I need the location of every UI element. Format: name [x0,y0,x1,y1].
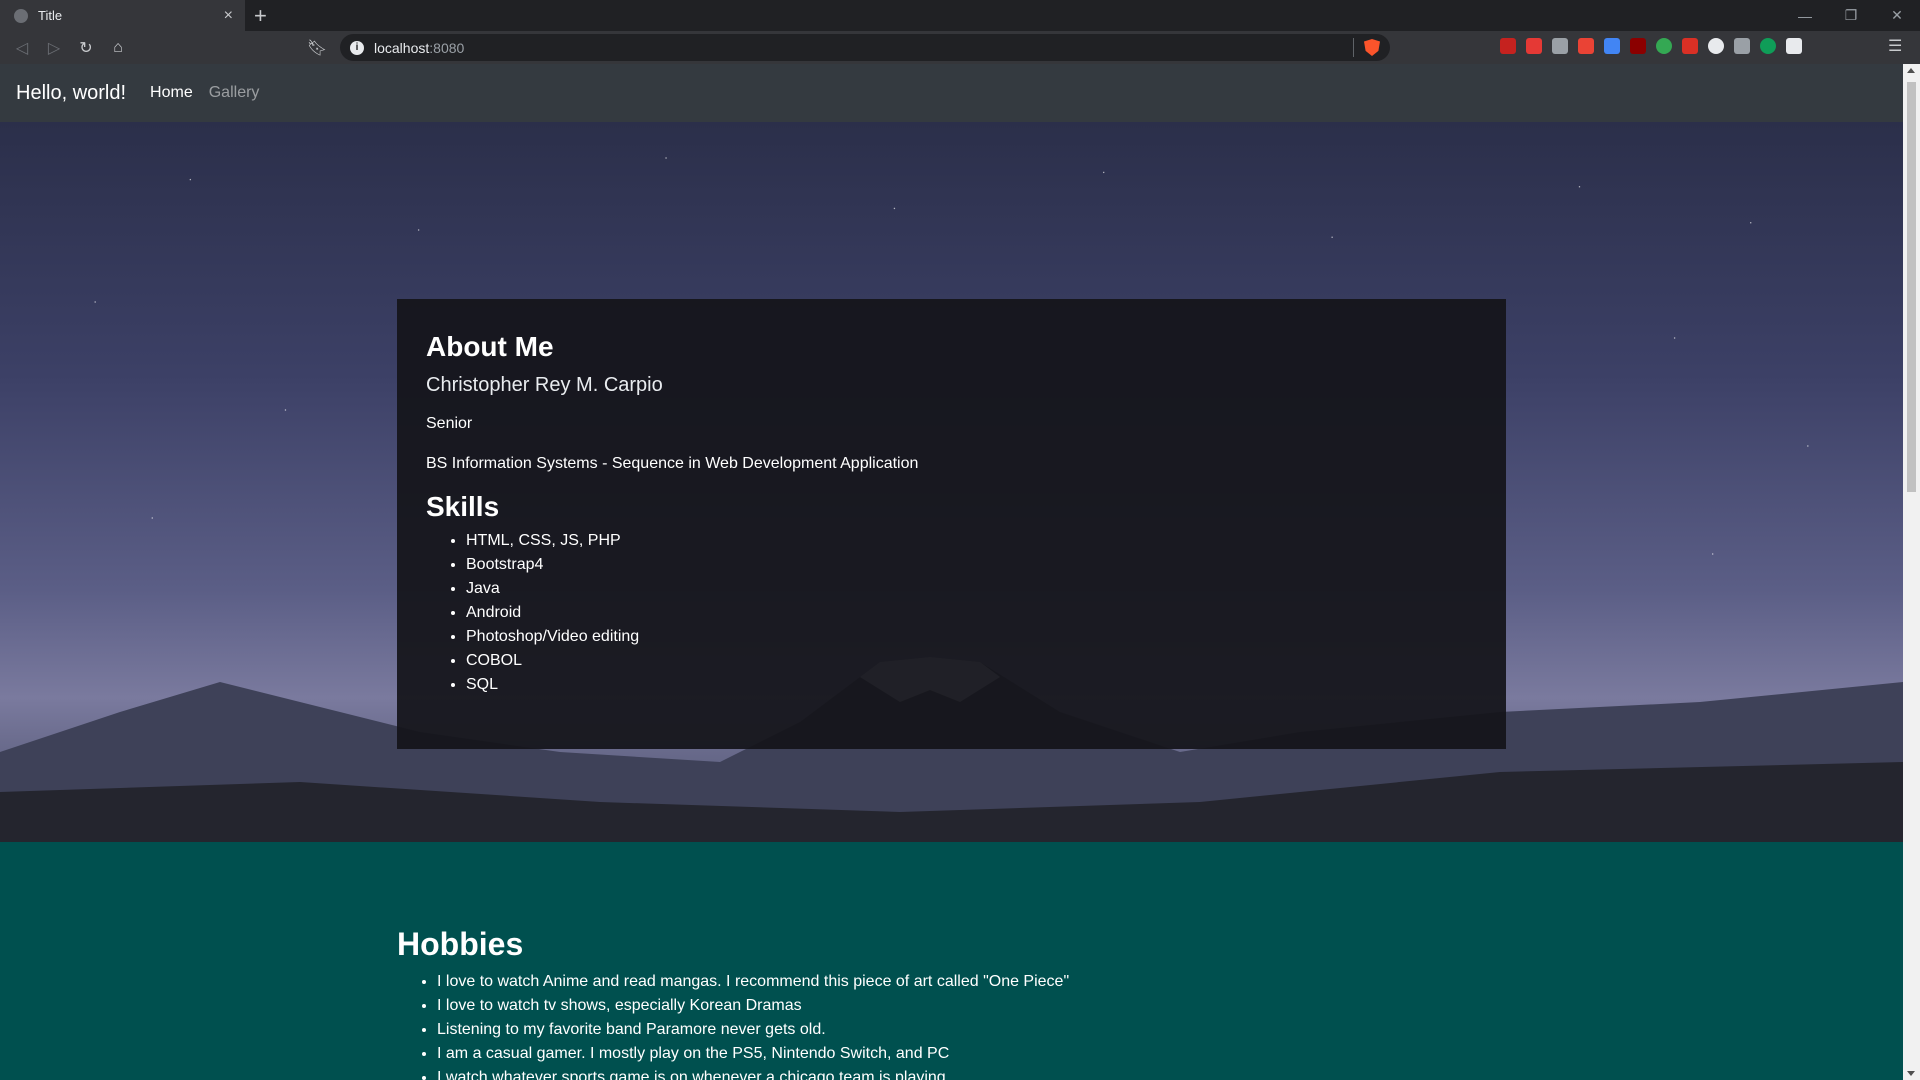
list-item: Photoshop/Video editing [466,625,1477,649]
flag-extension-icon[interactable] [1578,38,1594,54]
brave-shield-icon[interactable] [1364,39,1380,56]
minimize-button[interactable]: — [1782,0,1828,31]
new-tab-button[interactable]: + [254,3,267,29]
globe-icon [14,8,28,23]
scroll-down-icon[interactable] [1907,1071,1915,1076]
s-extension-icon[interactable] [1708,38,1724,54]
about-degree: BS Information Systems - Sequence in Web… [426,455,919,472]
menu-icon[interactable]: ☰ [1888,36,1902,56]
list-item: Listening to my favorite band Paramore n… [437,1018,1506,1042]
scroll-up-icon[interactable] [1907,68,1915,73]
about-year: Senior [426,415,473,432]
hobbies-heading: Hobbies [397,926,524,962]
restore-button[interactable]: ❐ [1828,0,1874,31]
about-heading: About Me [426,331,554,362]
reader-extension-icon[interactable] [1552,38,1568,54]
translate-extension-icon[interactable] [1604,38,1620,54]
grammar-extension-icon[interactable] [1760,38,1776,54]
list-item: Bootstrap4 [466,553,1477,577]
list-item: I love to watch Anime and read mangas. I… [437,970,1506,994]
browser-tab-bar: Title × + — ❐ ✕ [0,0,1920,31]
nav-link-home[interactable]: Home [150,84,193,102]
back-arrow-icon[interactable]: ◁ [10,36,34,60]
window-controls: — ❐ ✕ [1782,0,1920,31]
site-navbar: Hello, world! Home Gallery [0,64,1903,122]
hobbies-section: Hobbies I love to watch Anime and read m… [397,924,1506,1080]
tab-manager-extension-icon[interactable] [1734,38,1750,54]
tab-title: Title [38,8,63,23]
navbar-brand[interactable]: Hello, world! [16,82,126,105]
skills-list: HTML, CSS, JS, PHP Bootstrap4 Java Andro… [466,529,1477,697]
list-item: COBOL [466,649,1477,673]
chrome-extension-icon[interactable] [1656,38,1672,54]
about-card: About Me Christopher Rey M. Carpio Senio… [397,299,1506,749]
about-name: Christopher Rey M. Carpio [426,374,663,396]
divider [1353,38,1354,57]
ublock-extension-icon[interactable] [1630,38,1646,54]
list-item: I watch whatever sports game is on whene… [437,1066,1506,1080]
reload-icon[interactable]: ↻ [74,36,98,60]
extensions-bar [1500,38,1802,54]
url-text: localhost:8080 [374,39,465,56]
youtube-extension-icon[interactable] [1682,38,1698,54]
close-window-button[interactable]: ✕ [1874,0,1920,31]
list-item: I am a casual gamer. I mostly play on th… [437,1042,1506,1066]
close-tab-icon[interactable]: × [224,7,233,25]
page-viewport: Hello, world! Home Gallery About Me Chri… [0,64,1903,1080]
list-item: SQL [466,673,1477,697]
list-item: Java [466,577,1477,601]
pdf-extension-icon[interactable] [1500,38,1516,54]
video-extension-icon[interactable] [1526,38,1542,54]
nav-link-gallery[interactable]: Gallery [209,84,260,102]
list-item: Android [466,601,1477,625]
hero-background: About Me Christopher Rey M. Carpio Senio… [0,122,1903,842]
bookmark-icon[interactable]: 🔖︎ [305,36,329,60]
list-item: HTML, CSS, JS, PHP [466,529,1477,553]
skills-heading: Skills [426,491,500,522]
browser-tab[interactable]: Title × [0,0,245,31]
forward-arrow-icon[interactable]: ▷ [42,36,66,60]
list-item: I love to watch tv shows, especially Kor… [437,994,1506,1018]
puzzle-icon[interactable] [1786,38,1802,54]
address-bar[interactable]: i localhost:8080 [340,34,1390,61]
browser-toolbar: ◁ ▷ ↻ ⌂ 🔖︎ i localhost:8080 ☰ [0,31,1920,64]
home-icon[interactable]: ⌂ [106,36,130,60]
vertical-scrollbar[interactable] [1903,64,1920,1080]
hobbies-list: I love to watch Anime and read mangas. I… [437,970,1506,1080]
scrollbar-thumb[interactable] [1907,82,1916,492]
site-info-icon[interactable]: i [350,40,364,55]
